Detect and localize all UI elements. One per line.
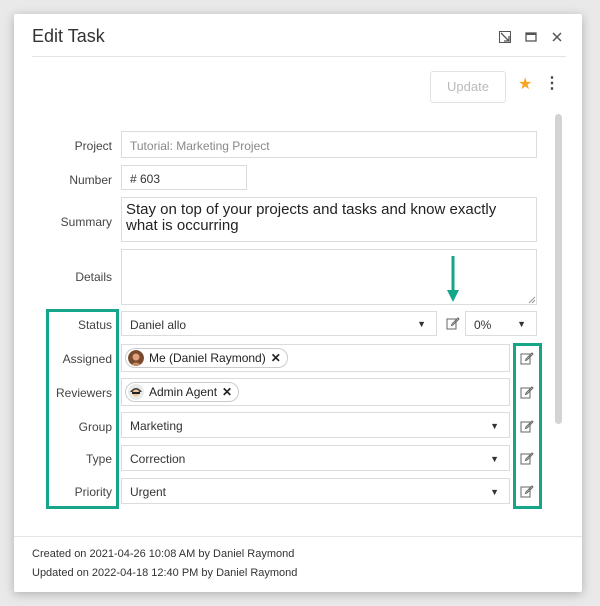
chevron-down-icon: ▼ — [417, 319, 426, 329]
type-value: Correction — [130, 452, 186, 466]
details-textarea[interactable] — [121, 249, 537, 305]
reviewer-chip[interactable]: Admin Agent ✕ — [125, 382, 240, 402]
reviewer-name: Admin Agent — [149, 385, 218, 399]
scrollbar[interactable] — [555, 114, 562, 424]
summary-value: Stay on top of your projects and tasks a… — [126, 201, 497, 234]
priority-select[interactable]: Urgent ▼ — [121, 478, 510, 504]
minimize-icon[interactable] — [498, 30, 512, 44]
number-label: Number — [69, 173, 112, 187]
remove-icon[interactable]: ✕ — [271, 351, 281, 365]
summary-field[interactable]: Stay on top of your projects and tasks a… — [121, 197, 537, 242]
status-edit-icon[interactable] — [446, 316, 460, 330]
edit-task-dialog: Edit Task Update ★ ⋮ Project Tutorial: M… — [14, 14, 582, 592]
edit-icons-highlight-box — [513, 343, 542, 509]
project-label: Project — [74, 139, 112, 153]
close-icon[interactable] — [550, 30, 564, 44]
chevron-down-icon: ▼ — [490, 421, 499, 431]
maximize-icon[interactable] — [524, 30, 538, 44]
updated-info: Updated on 2022-04-18 12:40 PM by Daniel… — [32, 567, 298, 579]
remove-icon[interactable]: ✕ — [222, 385, 232, 399]
star-icon[interactable]: ★ — [518, 77, 532, 93]
status-select[interactable]: Daniel allo ▼ — [121, 311, 437, 336]
assignee-name: Me (Daniel Raymond) — [149, 351, 266, 365]
details-label: Details — [75, 270, 112, 284]
labels-highlight-box — [46, 309, 119, 509]
chevron-down-icon: ▼ — [490, 487, 499, 497]
title-divider — [32, 56, 566, 57]
type-select[interactable]: Correction ▼ — [121, 445, 510, 471]
priority-value: Urgent — [130, 485, 167, 499]
project-field[interactable]: Tutorial: Marketing Project — [121, 131, 537, 158]
progress-value: 0% — [474, 318, 492, 332]
dialog-title: Edit Task — [32, 26, 105, 46]
avatar — [128, 350, 144, 366]
footer-divider — [14, 536, 582, 537]
project-value: Tutorial: Marketing Project — [130, 139, 270, 153]
number-field[interactable]: # 603 — [121, 165, 247, 190]
assigned-field[interactable]: Me (Daniel Raymond) ✕ — [121, 344, 510, 372]
more-options-icon[interactable]: ⋮ — [544, 76, 560, 92]
group-select[interactable]: Marketing ▼ — [121, 412, 510, 438]
progress-select[interactable]: 0% ▼ — [465, 311, 537, 336]
summary-label: Summary — [60, 215, 112, 229]
status-value: Daniel allo — [130, 318, 187, 332]
resize-handle-icon[interactable] — [528, 296, 536, 304]
chevron-down-icon: ▼ — [517, 319, 526, 329]
assignee-chip[interactable]: Me (Daniel Raymond) ✕ — [125, 348, 288, 368]
pointer-arrow-icon — [447, 256, 459, 302]
group-value: Marketing — [130, 419, 183, 433]
avatar — [128, 384, 144, 400]
update-button[interactable]: Update — [430, 71, 506, 103]
chevron-down-icon: ▼ — [490, 454, 499, 464]
created-info: Created on 2021-04-26 10:08 AM by Daniel… — [32, 548, 295, 560]
number-value: # 603 — [130, 172, 161, 186]
reviewers-field[interactable]: Admin Agent ✕ — [121, 378, 510, 406]
